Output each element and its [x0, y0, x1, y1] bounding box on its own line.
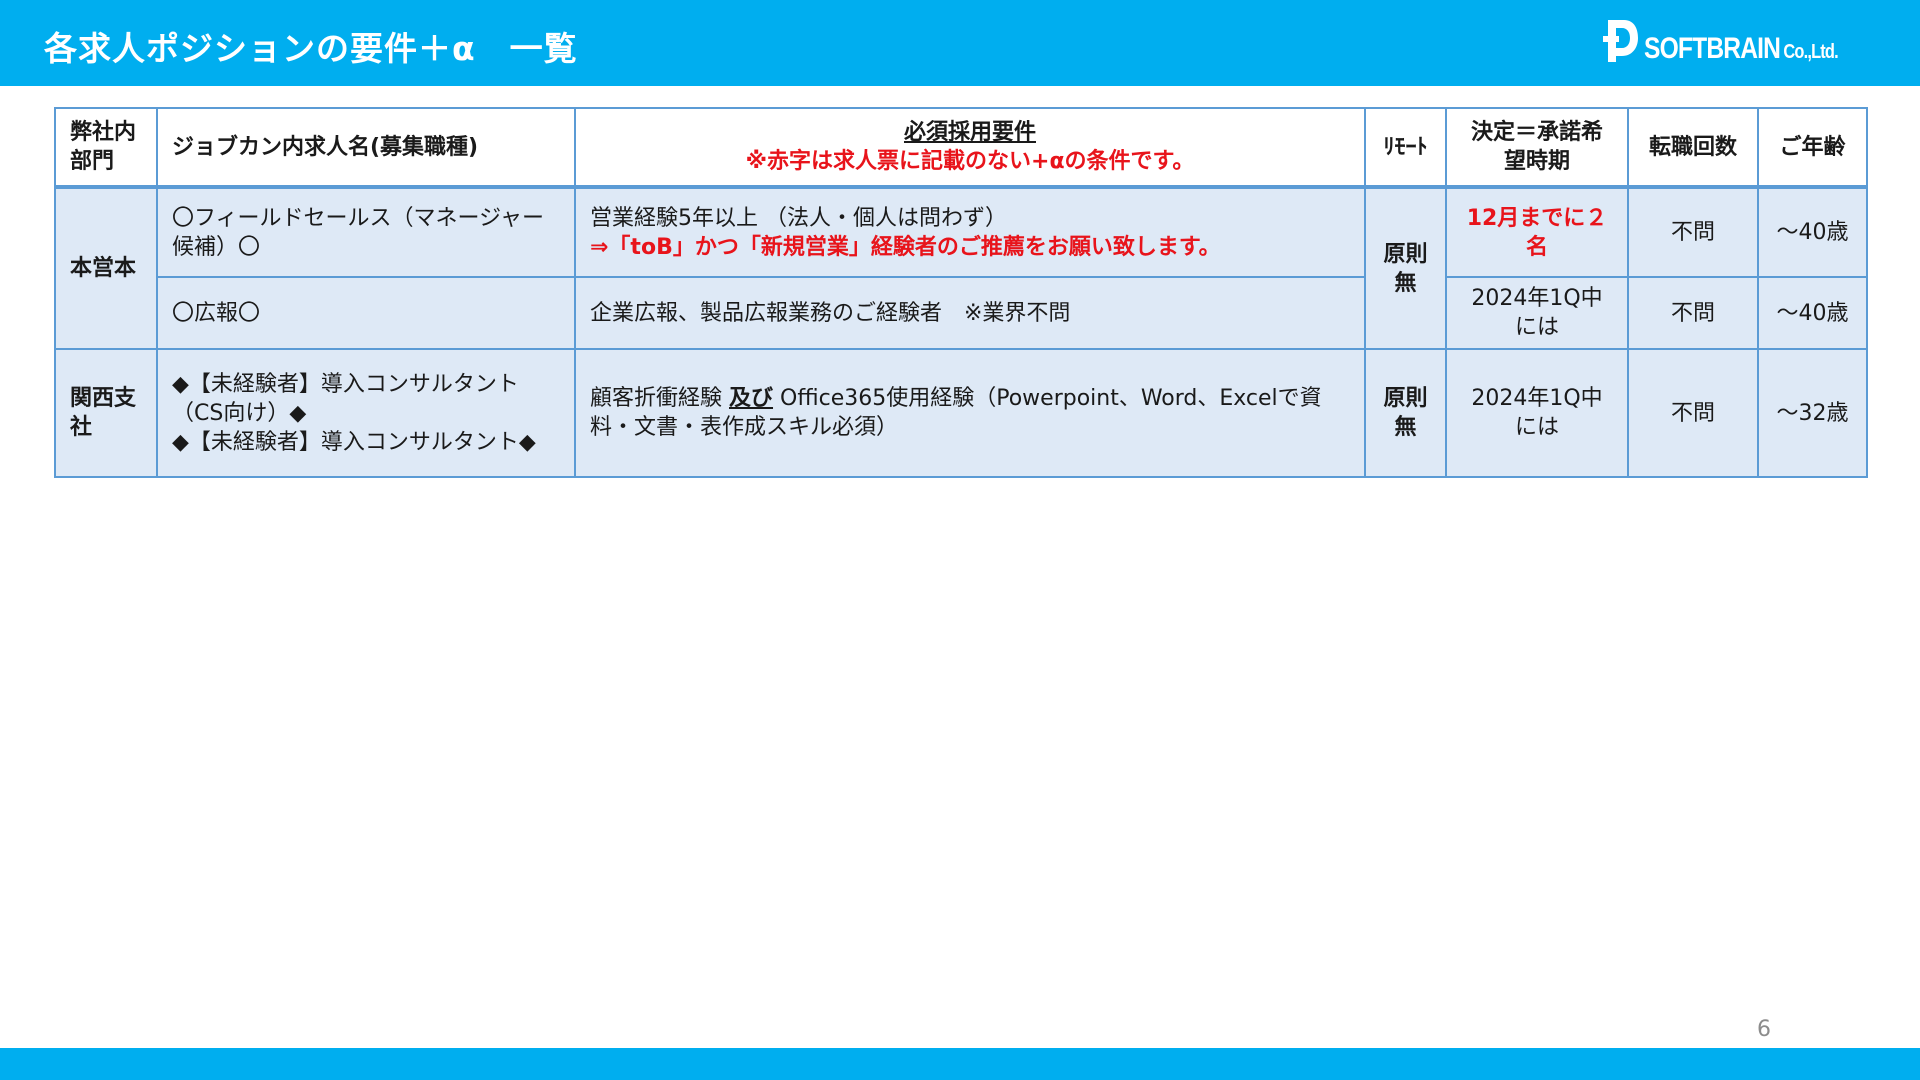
age-cell: ～40歳: [1757, 276, 1868, 350]
requirements-note: ※赤字は求人票に記載のない+αの条件です。: [745, 149, 1195, 174]
dept-cell: 本営本: [54, 186, 158, 350]
job-title-cell: 〇広報〇: [156, 276, 576, 350]
remote-cell: 原則無: [1364, 348, 1447, 478]
col-header-remote: ﾘﾓｰﾄ: [1364, 107, 1447, 189]
requirement-emphasis: 及び: [729, 386, 774, 411]
company-logo: SOFTBRAIN Co.,Ltd.: [1602, 16, 1892, 66]
table-row: 〇広報〇 企業広報、製品広報業務のご経験者 ※業界不問 2024年1Q中には 不…: [55, 276, 1868, 350]
col-header-job-changes: 転職回数: [1627, 107, 1759, 189]
col-header-age: ご年齢: [1757, 107, 1868, 189]
job-requirements-table: 弊社内部門 ジョブカン内求人名(募集職種) 必須採用要件 ※赤字は求人票に記載の…: [54, 107, 1868, 478]
job-changes-cell: 不問: [1627, 348, 1759, 478]
table-row: 関西支社 ◆【未経験者】導入コンサルタント（CS向け）◆ ◆【未経験者】導入コン…: [54, 348, 1868, 478]
job-title-cell: 〇フィールドセールス（マネージャー候補）〇: [156, 186, 576, 278]
logo-suffix: Co.,Ltd.: [1783, 41, 1838, 63]
requirements-cell: 営業経験5年以上 （法人・個人は問わず） ⇒「toB」かつ「新規営業」経験者のご…: [574, 186, 1366, 278]
page-title: 各求人ポジションの要件＋α 一覧: [44, 29, 578, 68]
job-title-cell: ◆【未経験者】導入コンサルタント（CS向け）◆ ◆【未経験者】導入コンサルタント…: [156, 348, 576, 478]
col-header-requirements: 必須採用要件 ※赤字は求人票に記載のない+αの条件です。: [574, 107, 1366, 189]
page-number: 6: [1757, 1017, 1771, 1042]
dept-cell: 関西支社: [54, 348, 158, 478]
requirement-extra-text: ⇒「toB」かつ「新規営業」経験者のご推薦をお願い致します。: [590, 234, 1221, 260]
job-title-line: ◆【未経験者】導入コンサルタント◆: [172, 429, 536, 455]
requirement-text: 営業経験5年以上 （法人・個人は問わず）: [590, 205, 1007, 231]
logo-name: SOFTBRAIN: [1644, 32, 1781, 65]
timing-cell: 2024年1Q中には: [1445, 348, 1629, 478]
footer-bar: [0, 1048, 1920, 1080]
age-cell: ～40歳: [1757, 186, 1868, 278]
table-header-row: 弊社内部門 ジョブカン内求人名(募集職種) 必須採用要件 ※赤字は求人票に記載の…: [54, 107, 1868, 189]
col-header-dept: 弊社内部門: [54, 107, 158, 189]
age-cell: ～32歳: [1757, 348, 1868, 478]
job-changes-cell: 不問: [1627, 276, 1759, 350]
softbrain-logo-icon: [1603, 20, 1638, 62]
timing-cell: 2024年1Q中には: [1445, 276, 1629, 350]
requirements-title: 必須採用要件: [903, 120, 1036, 145]
col-header-job-title: ジョブカン内求人名(募集職種): [156, 107, 576, 189]
requirements-cell: 顧客折衝経験 及び Office365使用経験（Powerpoint、Word、…: [574, 348, 1366, 478]
col-header-timing: 決定＝承諾希望時期: [1445, 107, 1629, 189]
remote-cell: 原則無: [1364, 186, 1447, 350]
job-changes-cell: 不問: [1627, 186, 1759, 278]
requirements-cell: 企業広報、製品広報業務のご経験者 ※業界不問: [574, 276, 1366, 350]
job-title-line: ◆【未経験者】導入コンサルタント（CS向け）◆: [172, 371, 519, 426]
timing-cell: 12月までに２名: [1445, 186, 1629, 278]
header-bar: 各求人ポジションの要件＋α 一覧 SOFTBRAIN Co.,Ltd.: [0, 0, 1920, 86]
logo-wordmark: SOFTBRAIN Co.,Ltd.: [1644, 32, 1839, 66]
table-row: 本営本 〇フィールドセールス（マネージャー候補）〇 営業経験5年以上 （法人・個…: [54, 186, 1868, 350]
requirement-text-pre: 顧客折衝経験: [590, 386, 729, 411]
